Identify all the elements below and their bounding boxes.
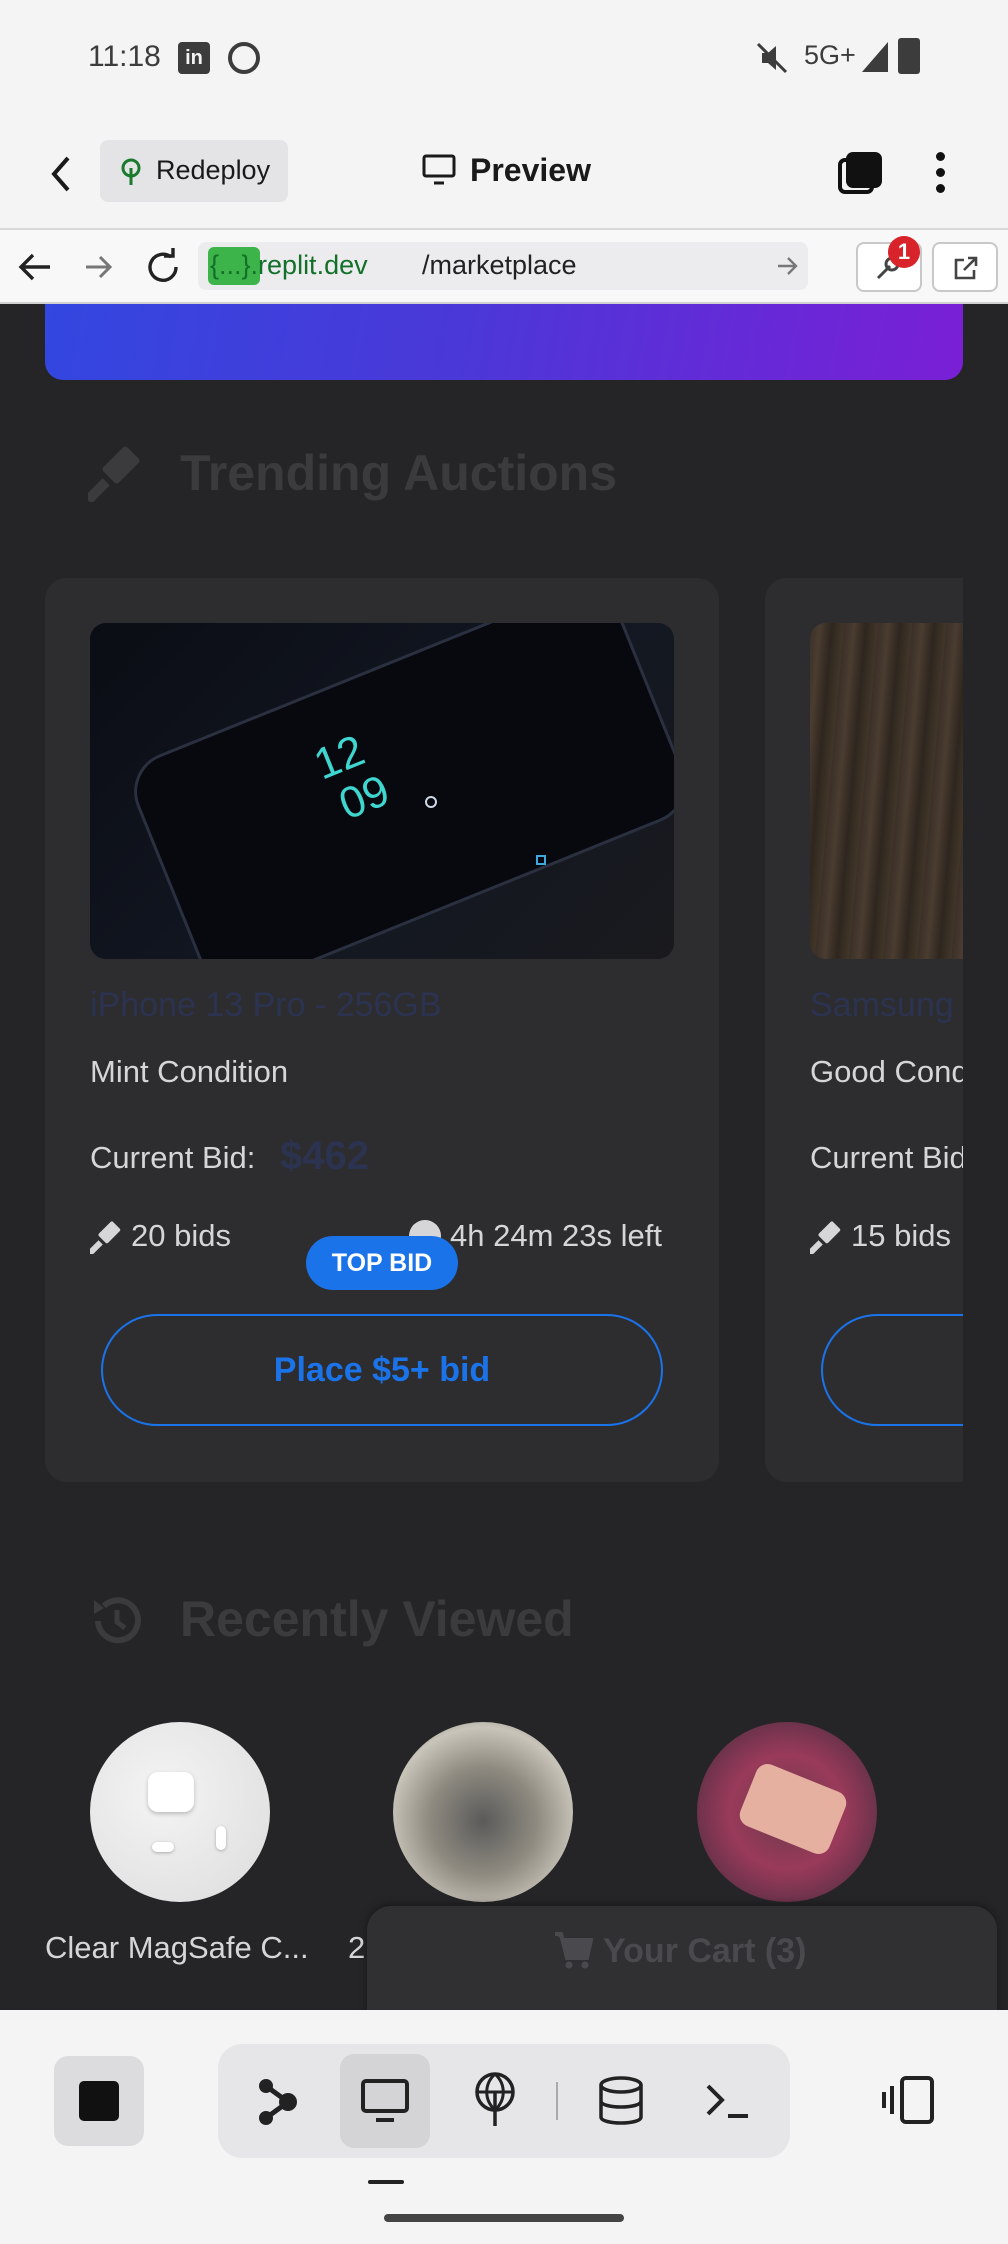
open-external-button[interactable] (932, 242, 998, 292)
cart-icon (555, 1932, 593, 1969)
product-title[interactable]: Samsung (810, 986, 954, 1025)
back-arrow-icon[interactable] (46, 154, 76, 194)
split-view-icon[interactable] (880, 2072, 938, 2128)
home-gesture-bar[interactable] (384, 2214, 624, 2222)
recent-item-label[interactable]: 2 (348, 1930, 365, 1966)
recent-item-image-phone[interactable] (697, 1722, 877, 1902)
cart-panel[interactable]: Your Cart (3) (367, 1906, 997, 2010)
mute-icon (756, 42, 788, 74)
redeploy-label: Redeploy (156, 155, 271, 185)
url-domain: {...}.replit.dev (210, 250, 368, 280)
preview-tab[interactable] (340, 2054, 430, 2148)
status-bar: 11:18 in 5G+ (0, 0, 1008, 118)
stop-button[interactable] (54, 2056, 144, 2146)
auction-card-clip: Samsung Good Cond Current Bid 15 bids (765, 578, 963, 1482)
address-field[interactable]: {...}.replit.dev /marketplace (198, 242, 808, 290)
battery-icon (898, 38, 920, 74)
bid-count: 15 bids (851, 1218, 951, 1253)
place-bid-button[interactable] (821, 1314, 963, 1426)
external-link-icon (954, 256, 978, 280)
ide-bottom-bar (0, 2010, 1008, 2244)
tool-tabs (218, 2044, 790, 2158)
product-image-iphone: 12 09 (90, 623, 674, 959)
tabs-icon[interactable] (838, 152, 882, 196)
more-options-icon[interactable] (934, 152, 946, 196)
url-path: /marketplace (422, 250, 577, 280)
hero-banner (45, 304, 963, 380)
web-preview: Trending Auctions 12 09 iPhone 13 Pro - … (0, 304, 1008, 2010)
clock: 11:18 (88, 40, 161, 73)
monitor-icon (361, 2079, 409, 2122)
gavel-small-icon (90, 1221, 121, 1254)
history-icon (94, 1597, 141, 1644)
error-count-badge: 1 (888, 236, 920, 268)
ide-top-bar: Redeploy Preview (0, 118, 1008, 228)
current-bid-value: $462 (280, 1134, 369, 1178)
deployments-icon[interactable] (472, 2072, 518, 2128)
time-left: 4h 24m 23s left (450, 1218, 662, 1253)
place-bid-button[interactable]: Place $5+ bid (101, 1314, 663, 1426)
browser-forward-icon[interactable] (84, 252, 114, 282)
product-image-samsung (810, 623, 963, 959)
cart-label: Your Cart (3) (603, 1932, 807, 1970)
product-condition: Good Cond (810, 1054, 963, 1089)
auction-card: 12 09 iPhone 13 Pro - 256GB Mint Conditi… (45, 578, 719, 1482)
preview-title: Preview (470, 152, 591, 188)
agent-icon[interactable] (254, 2076, 300, 2128)
product-title[interactable]: iPhone 13 Pro - 256GB (90, 986, 442, 1025)
browser-url-bar: {...}.replit.dev /marketplace 1 (0, 228, 1008, 304)
recently-viewed-heading: Recently Viewed (180, 1591, 574, 1647)
database-icon[interactable] (598, 2076, 644, 2126)
top-bid-badge: TOP BID (306, 1236, 458, 1290)
gavel-small-icon (810, 1221, 841, 1254)
current-bid-label: Current Bid (810, 1140, 963, 1175)
bid-count: 20 bids (131, 1218, 231, 1253)
signal-icon (862, 42, 888, 72)
go-arrow-icon[interactable] (776, 254, 800, 278)
linkedin-icon: in (178, 42, 210, 74)
divider (556, 2082, 558, 2120)
redeploy-button[interactable]: Redeploy (100, 140, 288, 202)
auction-card: Samsung Good Cond Current Bid 15 bids (765, 578, 963, 1482)
trending-heading: Trending Auctions (180, 445, 618, 501)
active-indicator (368, 2180, 404, 2184)
network-type: 5G+ (804, 40, 856, 70)
recent-item-image-airpods[interactable] (90, 1722, 270, 1902)
current-bid-label: Current Bid: (90, 1140, 256, 1175)
browser-back-icon[interactable] (18, 252, 52, 282)
recent-item-label[interactable]: Clear MagSafe C... (45, 1930, 309, 1966)
app-notification-icon (228, 42, 260, 74)
gavel-icon (88, 446, 140, 502)
monitor-icon (422, 154, 456, 185)
product-condition: Mint Condition (90, 1054, 289, 1089)
shell-icon[interactable] (704, 2080, 752, 2122)
reload-icon[interactable] (144, 248, 182, 286)
deploy-icon (121, 158, 141, 185)
stop-icon (79, 2081, 119, 2121)
recent-item-image-earbuds[interactable] (393, 1722, 573, 1902)
